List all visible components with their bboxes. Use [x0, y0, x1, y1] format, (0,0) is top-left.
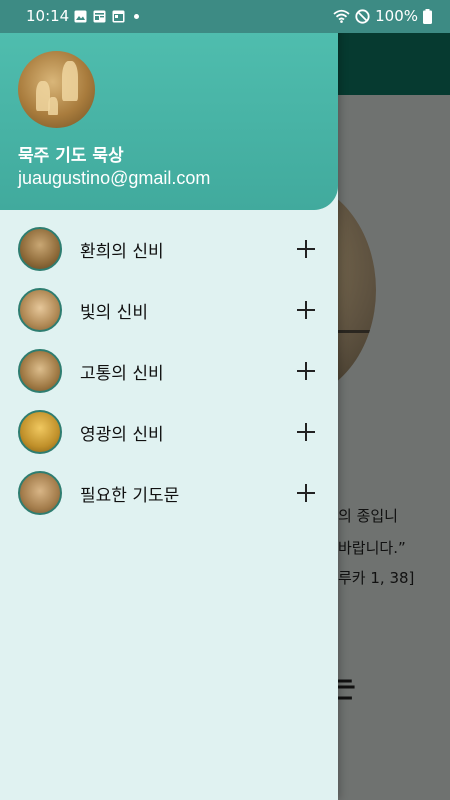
joyful-mysteries-icon	[18, 227, 62, 271]
user-email: juaugustino@gmail.com	[18, 168, 211, 188]
window-icon	[112, 10, 125, 23]
expand-plus-icon[interactable]	[296, 483, 316, 503]
drawer-header: 묵주 기도 묵상 juaugustino@gmail.com	[0, 33, 338, 210]
sorrowful-mysteries-icon	[18, 349, 62, 393]
expand-plus-icon[interactable]	[296, 239, 316, 259]
quote-line-2: 바랍니다.”	[338, 539, 406, 557]
drawer-title: 묵주 기도 묵상	[18, 146, 124, 166]
navigation-drawer: 묵주 기도 묵상 juaugustino@gmail.com 환희의 신비 빛의…	[0, 0, 338, 800]
battery-percent: 100%	[375, 7, 418, 25]
menu-item-needed-prayers[interactable]: 필요한 기도문	[0, 462, 338, 524]
do-not-disturb-icon	[355, 8, 370, 24]
image-icon	[74, 10, 87, 23]
expand-plus-icon[interactable]	[296, 422, 316, 442]
status-bar: 10:14 100%	[0, 0, 450, 33]
menu-item-luminous-mysteries[interactable]: 빛의 신비	[0, 279, 338, 341]
expand-plus-icon[interactable]	[296, 300, 316, 320]
expand-plus-icon[interactable]	[296, 361, 316, 381]
menu-item-glorious-mysteries[interactable]: 영광의 신비	[0, 401, 338, 463]
status-time: 10:14	[26, 7, 70, 25]
menu-item-label: 빛의 신비	[80, 302, 148, 323]
wifi-icon	[333, 9, 350, 23]
battery-icon	[423, 8, 432, 24]
menu-item-label: 필요한 기도문	[80, 485, 180, 506]
luminous-mysteries-icon	[18, 288, 62, 332]
prayers-icon	[18, 471, 62, 515]
news-icon	[93, 10, 106, 23]
menu-item-sorrowful-mysteries[interactable]: 고통의 신비	[0, 340, 338, 402]
quote-line-1: 의 종입니	[338, 507, 398, 525]
profile-avatar[interactable]	[18, 51, 95, 128]
quote-reference: 루카 1, 38]	[338, 569, 415, 587]
menu-item-label: 영광의 신비	[80, 424, 164, 445]
menu-item-label: 고통의 신비	[80, 363, 164, 384]
menu-item-label: 환희의 신비	[80, 241, 164, 262]
dot-icon	[134, 14, 139, 19]
glorious-mysteries-icon	[18, 410, 62, 454]
menu-item-joyful-mysteries[interactable]: 환희의 신비	[0, 218, 338, 280]
